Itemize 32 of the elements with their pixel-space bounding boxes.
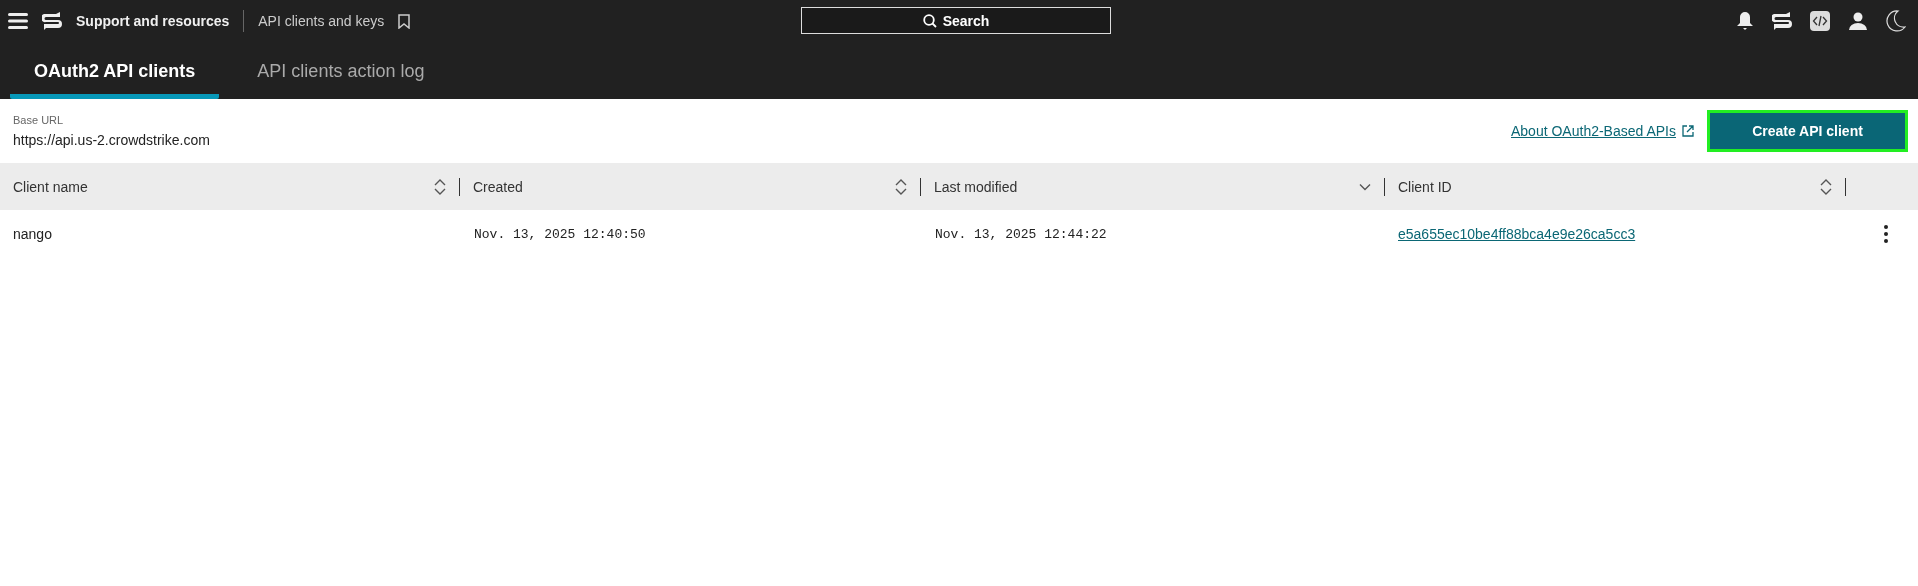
- code-icon[interactable]: [1810, 11, 1830, 31]
- bookmark-icon[interactable]: [398, 13, 411, 29]
- breadcrumb[interactable]: API clients and keys: [258, 13, 385, 29]
- base-url: https://api.us-2.crowdstrike.com: [13, 132, 211, 148]
- external-link-icon[interactable]: [1682, 125, 1694, 137]
- chevron-down-icon[interactable]: [1359, 182, 1371, 191]
- tab[interactable]: API clients action log: [233, 61, 449, 99]
- sort-icon[interactable]: [1820, 178, 1832, 195]
- search-icon: [922, 13, 937, 28]
- tab[interactable]: OAuth2 API clients: [10, 61, 220, 99]
- search-field[interactable]: Search: [801, 7, 1111, 34]
- sort-icon[interactable]: [895, 178, 907, 195]
- menu-icon[interactable]: [8, 13, 28, 29]
- client-id-link[interactable]: e5a655ec10be4ff88bca4e9e26ca5cc3: [1398, 226, 1636, 242]
- field-label: Base URL: [13, 114, 65, 126]
- create-button[interactable]: Create API client: [1710, 113, 1905, 149]
- logo-icon[interactable]: [1772, 11, 1792, 31]
- moon-icon[interactable]: [1886, 10, 1906, 32]
- table-cell-text: Nov. 13, 2025 12:40:50: [473, 226, 647, 242]
- more-icon[interactable]: [1884, 225, 1888, 243]
- table-cell-text: nango: [12, 226, 53, 242]
- column-header[interactable]: Client ID: [1398, 178, 1452, 195]
- app-title[interactable]: Support and resources: [76, 13, 230, 29]
- user-icon[interactable]: [1848, 11, 1868, 31]
- logo-icon[interactable]: [42, 11, 62, 31]
- column-header[interactable]: Created: [473, 178, 523, 195]
- column-header[interactable]: Client name: [13, 178, 88, 195]
- sort-icon[interactable]: [434, 178, 446, 195]
- table-cell-text: Nov. 13, 2025 12:44:22: [934, 226, 1108, 242]
- bell-icon[interactable]: [1736, 11, 1754, 31]
- column-header[interactable]: Last modified: [934, 178, 1018, 195]
- about-link[interactable]: About OAuth2-Based APIs: [1511, 123, 1676, 139]
